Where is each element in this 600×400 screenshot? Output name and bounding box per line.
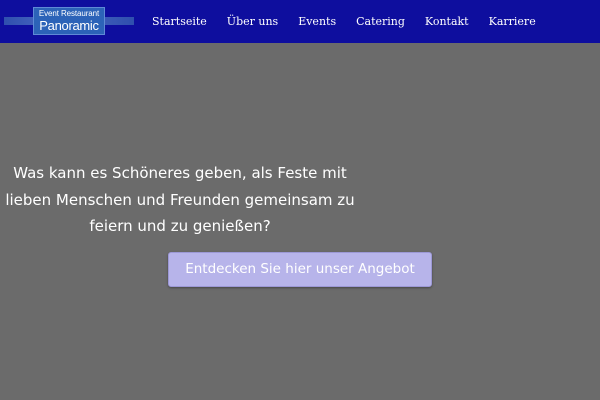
site-logo[interactable]: Event Restaurant Panoramic: [4, 7, 134, 35]
nav-item-kontakt[interactable]: Kontakt: [415, 0, 479, 43]
nav-item-events[interactable]: Events: [288, 0, 346, 43]
logo-badge: Event Restaurant Panoramic: [33, 7, 105, 35]
discover-offer-button[interactable]: Entdecken Sie hier unser Angebot: [168, 252, 432, 287]
nav-item-ueber-uns[interactable]: Über uns: [217, 0, 288, 43]
nav-item-catering[interactable]: Catering: [346, 0, 415, 43]
nav-item-startseite[interactable]: Startseite: [142, 0, 217, 43]
logo-line-2: Panoramic: [39, 18, 99, 33]
main-navigation: Startseite Über uns Events Catering Kont…: [142, 0, 546, 43]
top-navigation-bar: Event Restaurant Panoramic Startseite Üb…: [0, 0, 600, 43]
hero-text: Was kann es Schöneres geben, als Feste m…: [5, 164, 355, 235]
nav-item-karriere[interactable]: Karriere: [479, 0, 546, 43]
